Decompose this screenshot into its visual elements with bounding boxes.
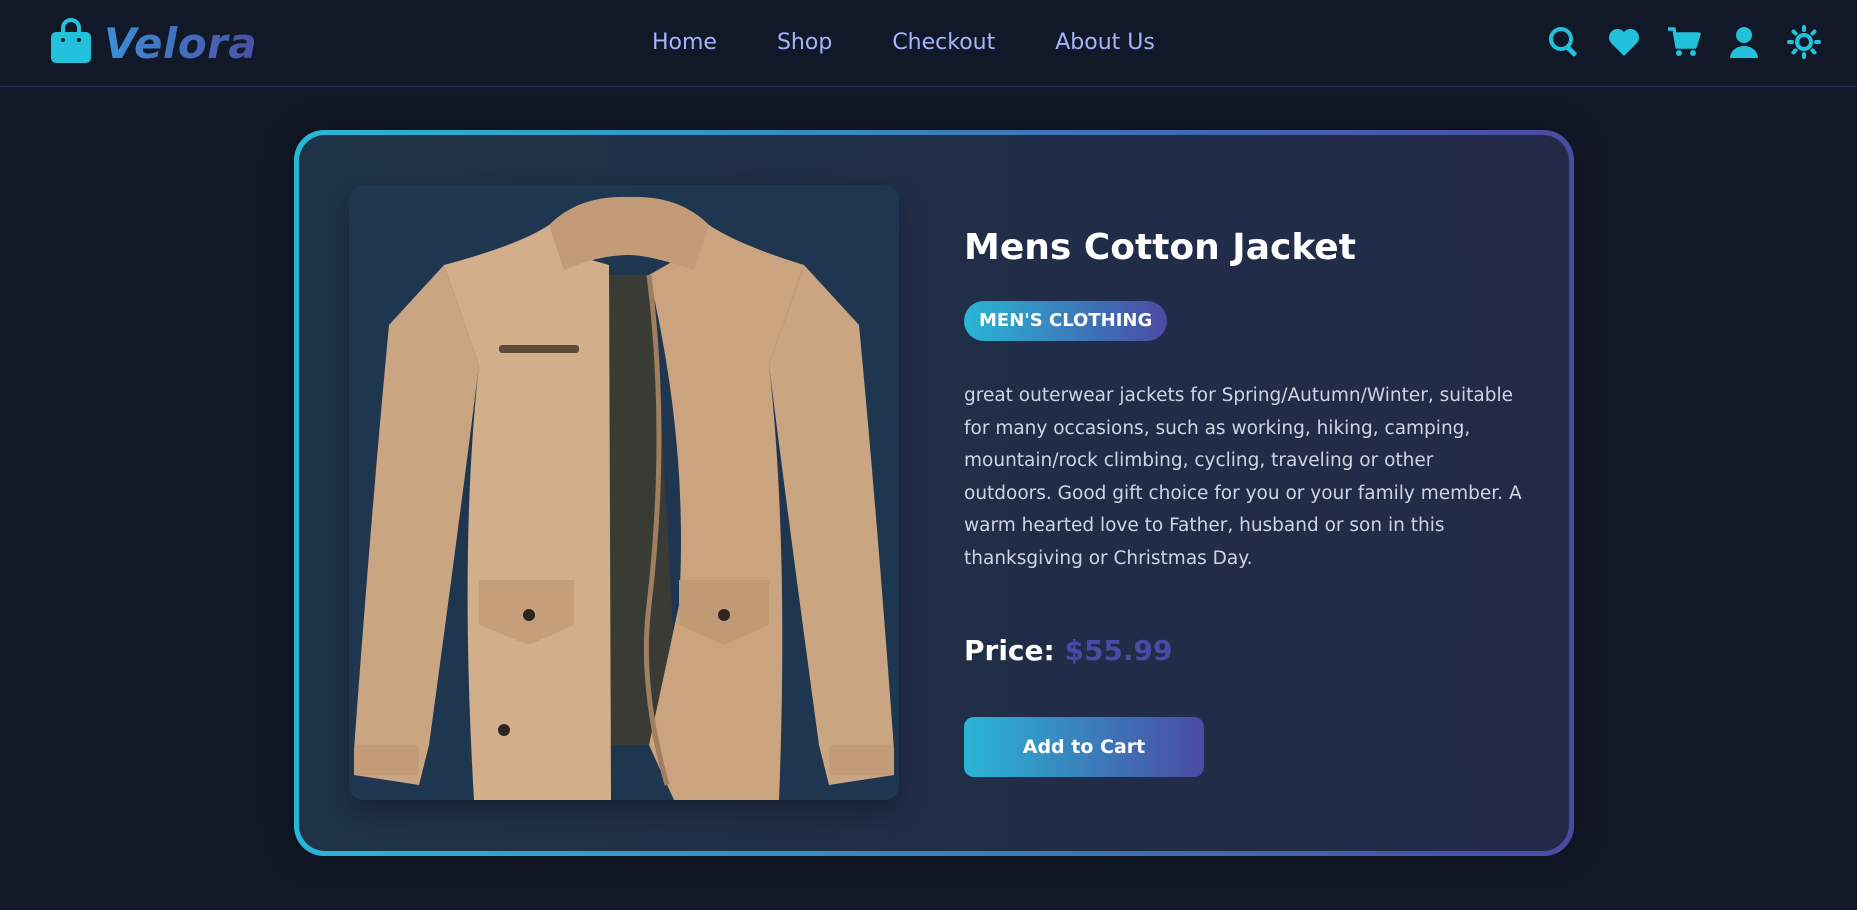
jacket-illustration [354, 196, 894, 800]
user-icon[interactable] [1727, 25, 1761, 59]
product-card-body: Mens Cotton Jacket MEN'S CLOTHING great … [299, 135, 1569, 851]
nav-shop[interactable]: Shop [777, 26, 832, 60]
price-value: $55.99 [1064, 634, 1173, 667]
heart-icon[interactable] [1607, 25, 1641, 59]
nav-home[interactable]: Home [652, 26, 717, 60]
product-card: Mens Cotton Jacket MEN'S CLOTHING great … [294, 130, 1574, 856]
cart-icon[interactable] [1667, 25, 1701, 59]
header-actions [1547, 24, 1821, 60]
price-label: Price: [964, 634, 1055, 667]
search-icon[interactable] [1547, 25, 1581, 59]
top-navbar: Velora Home Shop Checkout About Us [0, 0, 1857, 87]
product-image [349, 185, 899, 800]
nav-checkout[interactable]: Checkout [892, 26, 995, 60]
brand-logo[interactable]: Velora [50, 18, 258, 68]
price-row: Price: $55.99 [964, 631, 1524, 671]
product-description: great outerwear jackets for Spring/Autum… [964, 385, 1522, 569]
main-nav: Home Shop Checkout About Us [652, 26, 1155, 60]
product-title: Mens Cotton Jacket [964, 227, 1356, 268]
add-to-cart-button[interactable]: Add to Cart [964, 717, 1204, 777]
nav-about-us[interactable]: About Us [1055, 26, 1155, 60]
category-badge: MEN'S CLOTHING [964, 301, 1168, 341]
brand-name: Velora [104, 18, 258, 68]
product-info: Mens Cotton Jacket MEN'S CLOTHING great … [964, 225, 1524, 777]
sun-icon[interactable] [1787, 25, 1821, 59]
shopping-bag-icon [50, 18, 92, 68]
